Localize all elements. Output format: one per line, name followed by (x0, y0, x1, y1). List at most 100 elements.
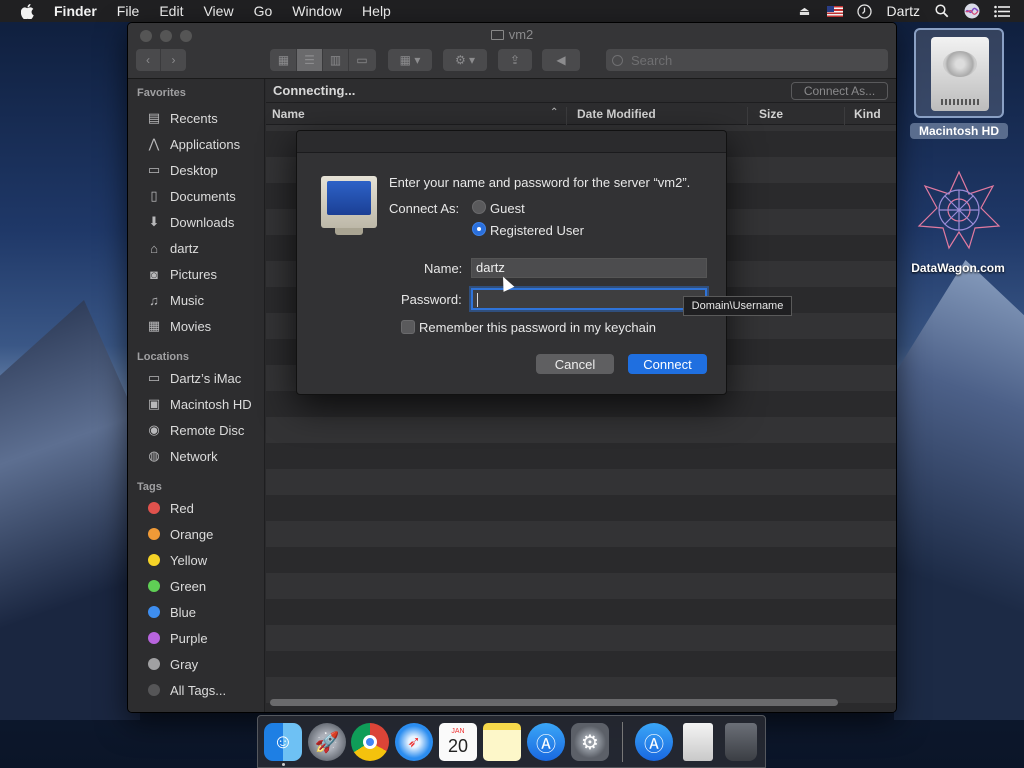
guest-radio[interactable] (472, 200, 486, 214)
time-machine-icon[interactable] (857, 3, 873, 19)
view-mode-buttons: ▦ ☰ ▥ ▭ (270, 49, 376, 71)
hard-disk-icon (931, 37, 989, 111)
document-icon[interactable] (683, 723, 713, 761)
blue-tag-icon (148, 606, 160, 618)
sidebar-tag-blue[interactable]: Blue (128, 599, 264, 625)
sidebar-item-remote-disc[interactable]: ◉ Remote Disc (128, 417, 264, 443)
calendar-month: JAN (451, 728, 465, 735)
action-button[interactable]: ⚙ ▾ (443, 49, 487, 71)
sidebar-item-label: Purple (170, 630, 208, 646)
eject-icon[interactable]: ⏏ (797, 4, 813, 18)
column-name[interactable]: Name (272, 107, 305, 121)
password-field[interactable] (471, 288, 707, 310)
group-icon: ▦ ▾ (399, 53, 421, 67)
sidebar-item-downloads[interactable]: ⬇ Downloads (128, 209, 264, 235)
registered-user-label[interactable]: Registered User (490, 223, 584, 238)
menu-window[interactable]: Window (292, 3, 342, 19)
remember-password-checkbox[interactable] (401, 320, 415, 334)
icon-view-button[interactable]: ▦ (271, 49, 297, 71)
launchpad-icon[interactable]: 🚀 (308, 723, 346, 761)
user-menu[interactable]: Dartz (887, 3, 920, 19)
macintosh-hd-desktop-icon[interactable] (914, 28, 1004, 118)
favorites-heading: Favorites (137, 87, 186, 99)
horizontal-scrollbar[interactable] (270, 699, 838, 706)
input-source-flag-icon[interactable] (826, 5, 843, 17)
hard-disk-icon: ▣ (147, 396, 161, 411)
sidebar-item-applications[interactable]: ⋀ Applications (128, 131, 264, 157)
datawagon-label[interactable]: DataWagon.com (900, 261, 1016, 275)
group-button[interactable]: ▦ ▾ (388, 49, 432, 71)
back-button[interactable]: ‹ (136, 49, 162, 71)
text-caret (477, 293, 478, 307)
sidebar-item-recents[interactable]: ▤ Recents (128, 105, 264, 131)
sidebar-item-movies[interactable]: ▦ Movies (128, 313, 264, 339)
sidebar-item-label: Movies (170, 318, 212, 334)
column-size[interactable]: Size (759, 107, 783, 121)
connect-dialog: Enter your name and password for the ser… (296, 130, 727, 395)
sidebar-tag-gray[interactable]: Gray (128, 651, 264, 677)
password-label: Password: (401, 292, 462, 307)
edit-tags-button[interactable]: ◀ (542, 49, 580, 71)
menu-bar: Finder File Edit View Go Window Help ⏏ D… (0, 0, 1024, 22)
column-kind[interactable]: Kind (854, 107, 881, 121)
menu-file[interactable]: File (117, 3, 140, 19)
macintosh-hd-label[interactable]: Macintosh HD (910, 123, 1008, 139)
siri-icon[interactable] (964, 3, 980, 19)
dock: ☺ 🚀 ➶ JAN 20 Ⓐ ⚙ Ⓐ (257, 715, 766, 768)
forward-button[interactable]: › (161, 49, 186, 71)
sidebar-item-dartz[interactable]: ⌂ dartz (128, 235, 264, 261)
desktop-icon: ▭ (147, 162, 161, 177)
share-button[interactable]: ⇪ (498, 49, 532, 71)
apple-menu-icon[interactable] (16, 0, 38, 22)
registered-user-radio[interactable] (472, 222, 486, 236)
safari-icon[interactable]: ➶ (395, 723, 433, 761)
menu-go[interactable]: Go (254, 3, 273, 19)
calendar-icon[interactable]: JAN 20 (439, 723, 477, 761)
menu-help[interactable]: Help (362, 3, 391, 19)
sidebar-all-tags[interactable]: All Tags... (128, 677, 264, 703)
sidebar-item-label: Desktop (170, 162, 218, 178)
sidebar-item-pictures[interactable]: ◙ Pictures (128, 261, 264, 287)
sidebar-tag-yellow[interactable]: Yellow (128, 547, 264, 573)
red-tag-icon (148, 502, 160, 514)
sidebar-item-label: Orange (170, 526, 214, 542)
sidebar-tag-red[interactable]: Red (128, 495, 264, 521)
sidebar-item-desktop[interactable]: ▭ Desktop (128, 157, 264, 183)
search-field[interactable]: Search (606, 49, 888, 71)
sidebar-item-label: Recents (170, 110, 218, 126)
column-view-button[interactable]: ▥ (323, 49, 349, 71)
notification-center-icon[interactable] (994, 4, 1010, 18)
sidebar-item-imac[interactable]: ▭ Dartz’s iMac (128, 365, 264, 391)
sidebar-tag-orange[interactable]: Orange (128, 521, 264, 547)
app-store-folder-icon[interactable]: Ⓐ (635, 723, 673, 761)
sidebar-item-documents[interactable]: ▯ Documents (128, 183, 264, 209)
remember-password-label[interactable]: Remember this password in my keychain (419, 320, 656, 335)
finder-icon[interactable]: ☺ (264, 723, 302, 761)
cancel-button[interactable]: Cancel (536, 354, 614, 374)
gallery-view-button[interactable]: ▭ (349, 49, 375, 71)
chrome-icon[interactable] (351, 723, 389, 761)
list-view-button[interactable]: ☰ (297, 49, 323, 71)
datawagon-desktop-icon[interactable] (917, 170, 1001, 250)
connect-button[interactable]: Connect (628, 354, 707, 374)
menu-finder[interactable]: Finder (54, 3, 97, 19)
spotlight-search-icon[interactable] (934, 4, 950, 18)
guest-label[interactable]: Guest (490, 201, 525, 216)
connect-as-button[interactable]: Connect As... (791, 82, 888, 100)
sidebar-item-macintosh-hd[interactable]: ▣ Macintosh HD (128, 391, 264, 417)
sort-ascending-icon: ⌃ (550, 107, 559, 118)
sidebar-tag-green[interactable]: Green (128, 573, 264, 599)
imac-icon: ▭ (147, 370, 161, 385)
trash-icon[interactable] (725, 723, 757, 761)
system-preferences-icon[interactable]: ⚙ (571, 723, 609, 761)
sidebar-item-label: Dartz’s iMac (170, 370, 242, 386)
menu-view[interactable]: View (203, 3, 233, 19)
sidebar-item-music[interactable]: ♫ Music (128, 287, 264, 313)
column-date-modified[interactable]: Date Modified (577, 107, 656, 121)
menu-edit[interactable]: Edit (159, 3, 183, 19)
sidebar-item-network[interactable]: ◍ Network (128, 443, 264, 469)
sidebar-tag-purple[interactable]: Purple (128, 625, 264, 651)
notes-icon[interactable] (483, 723, 521, 761)
recents-icon: ▤ (147, 110, 161, 125)
app-store-icon[interactable]: Ⓐ (527, 723, 565, 761)
